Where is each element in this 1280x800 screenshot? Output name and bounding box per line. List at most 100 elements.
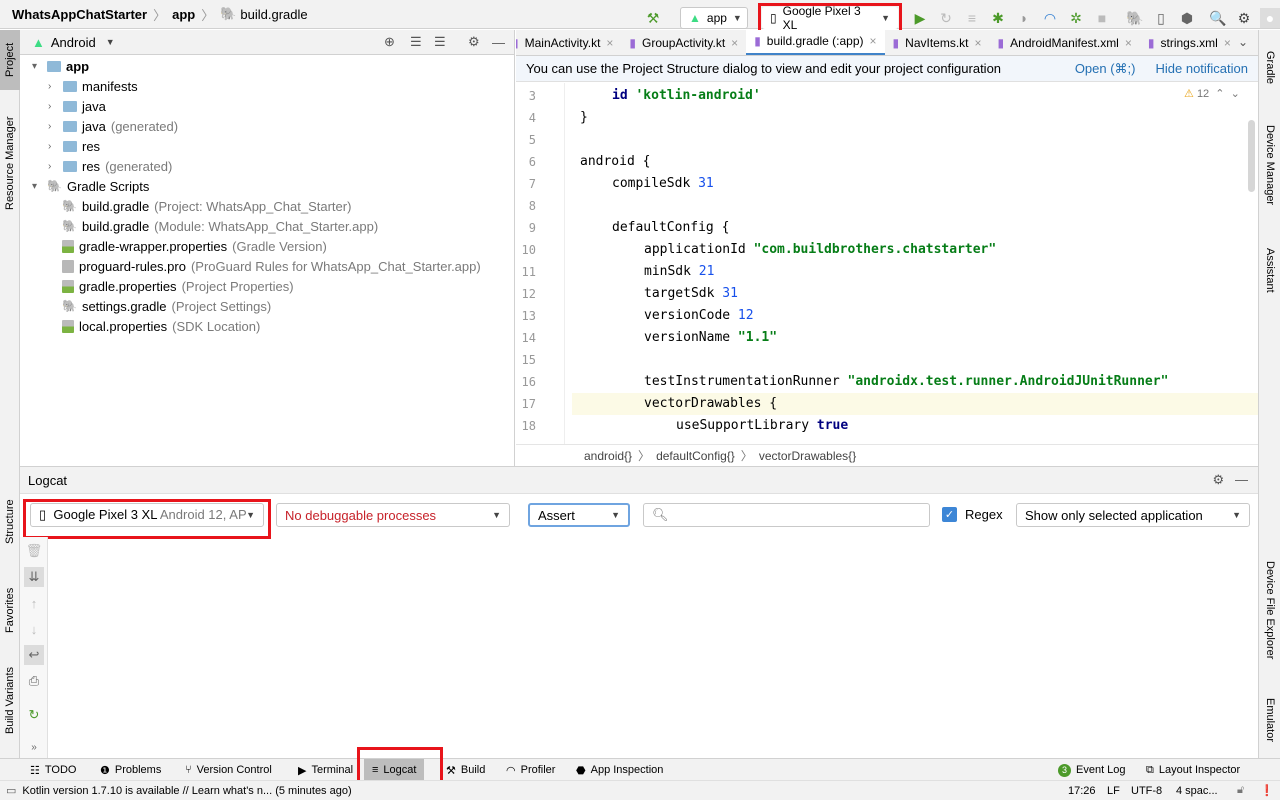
tree-item[interactable]: › java (generated) (48, 116, 178, 136)
chevron-right-icon[interactable]: › (48, 101, 58, 112)
file-encoding[interactable]: UTF-8 (1131, 785, 1162, 797)
stop-icon[interactable]: ■ (1092, 8, 1112, 28)
tab-strings-xml[interactable]: ▮ strings.xml × (1140, 30, 1239, 55)
scrollbar[interactable] (1248, 120, 1255, 192)
scroll-to-end-icon[interactable]: ⇊ (24, 567, 44, 587)
tool-todo[interactable]: ☷ TODO (30, 759, 76, 781)
tool-tab-build-variants[interactable]: Build Variants (0, 660, 20, 740)
search-icon[interactable]: 🔍 (1208, 8, 1228, 28)
tree-item[interactable]: local.properties (SDK Location) (62, 316, 260, 336)
close-icon[interactable]: × (1224, 36, 1231, 50)
close-icon[interactable]: × (870, 34, 877, 48)
arrow-down-icon[interactable]: ↓ (24, 619, 44, 639)
breadcrumb-project[interactable]: WhatsAppChatStarter (12, 7, 147, 22)
hammer-icon[interactable]: ⚒ (643, 8, 663, 28)
regex-checkbox[interactable]: ✓ Regex (942, 507, 1003, 522)
hide-notification-link[interactable]: Hide notification (1156, 61, 1249, 76)
tree-item[interactable]: 🐘 settings.gradle (Project Settings) (62, 296, 271, 316)
tree-item[interactable]: proguard-rules.pro (ProGuard Rules for Wh… (62, 256, 481, 276)
avatar[interactable]: ● (1260, 8, 1280, 28)
tool-tab-project[interactable]: Project (0, 30, 20, 90)
device-dropdown[interactable]: ▯ Google Pixel 3 XL ▼ (762, 4, 898, 32)
more-icon[interactable]: » (24, 737, 44, 757)
inspection-widget[interactable]: ⚠ 12 ⌃ ⌄ (1184, 87, 1240, 101)
lock-icon[interactable]: 🔓︎ (1237, 784, 1244, 797)
run-config-dropdown[interactable]: ▲ app ▼ (680, 7, 748, 29)
sync-gradle-icon[interactable]: 🐘 (1125, 8, 1145, 28)
tab-navitems-kt[interactable]: ▮ NavItems.kt × (885, 30, 990, 55)
gear-icon[interactable]: ⚙ (468, 34, 480, 50)
tool-tab-emulator[interactable]: Emulator (1260, 685, 1280, 755)
device-manager-icon[interactable]: ▯ (1151, 8, 1171, 28)
tool-tab-assistant[interactable]: Assistant (1260, 240, 1280, 300)
close-icon[interactable]: × (975, 36, 982, 50)
chevron-right-icon[interactable]: › (48, 141, 58, 152)
minimize-icon[interactable]: — (492, 35, 505, 50)
profile-icon[interactable]: ◠ (1040, 8, 1060, 28)
attach-debugger-icon[interactable]: ◗ (1014, 8, 1034, 28)
run-icon[interactable]: ▶ (910, 8, 930, 28)
project-view-dropdown[interactable]: Android (51, 35, 96, 50)
apply-code-icon[interactable]: ≡ (962, 8, 982, 28)
chevron-down-icon[interactable]: ▾ (32, 181, 42, 192)
expand-all-icon[interactable]: ☰ (410, 34, 422, 50)
toggle-tool-windows-icon[interactable]: ▭ (6, 784, 16, 797)
close-icon[interactable]: × (606, 36, 613, 50)
tab-build-gradle-app-[interactable]: ▮ build.gradle (:app) × (746, 30, 885, 55)
attach-process-icon[interactable]: ✲ (1066, 8, 1086, 28)
print-icon[interactable]: ⎙ (24, 671, 44, 691)
status-message[interactable]: Kotlin version 1.7.10 is available // Le… (22, 785, 351, 797)
restart-icon[interactable]: ↻ (24, 705, 44, 725)
tab-mainactivity-kt[interactable]: ▮MainActivity.kt× (516, 30, 621, 55)
notifications-icon[interactable]: ❗ (1260, 784, 1274, 797)
breadcrumb-item[interactable]: android{} (584, 449, 632, 463)
code-area[interactable]: ⚠ 12 ⌃ ⌄ 3 id 'kotlin-android' 4} 5 6 android… (516, 83, 1258, 444)
tool-tab-resource-manager[interactable]: Resource Manager (0, 108, 20, 218)
tree-item[interactable]: gradle-wrapper.properties (Gradle Version… (62, 236, 327, 256)
tree-item[interactable]: › java (48, 96, 111, 116)
breadcrumb-file[interactable]: build.gradle (240, 7, 307, 22)
logcat-filter-dropdown[interactable]: Show only selected application ▼ (1016, 503, 1250, 527)
tree-item[interactable]: ▾ app (32, 56, 94, 76)
breadcrumb-item[interactable]: defaultConfig{} (656, 449, 735, 463)
gear-icon[interactable]: ⚙ (1234, 8, 1254, 28)
tree-item[interactable]: ▾ 🐘 Gradle Scripts (32, 176, 154, 196)
tool-tab-favorites[interactable]: Favorites (0, 575, 20, 645)
tab-groupactivity-kt[interactable]: ▮ GroupActivity.kt × (621, 30, 746, 55)
tool-event-log[interactable]: 3 Event Log (1058, 759, 1126, 781)
tree-item[interactable]: 🐘 build.gradle (Project: WhatsApp_Chat_Sta… (62, 196, 351, 216)
collapse-all-icon[interactable]: ☰ (434, 34, 446, 50)
tab-androidmanifest-xml[interactable]: ▮ AndroidManifest.xml × (990, 30, 1140, 55)
chevron-down-icon[interactable]: ⌄ (1238, 35, 1248, 49)
tool-build[interactable]: ⚒ Build (446, 759, 485, 781)
apply-changes-icon[interactable]: ↻ (936, 8, 956, 28)
tool-terminal[interactable]: ▶ Terminal (298, 759, 353, 781)
tree-item[interactable]: › res (48, 136, 105, 156)
tool-version-control[interactable]: ⑂ Version Control (185, 759, 272, 781)
chevron-right-icon[interactable]: › (48, 121, 58, 132)
breadcrumb-module[interactable]: app (172, 7, 195, 22)
tool-profiler[interactable]: ◠ Profiler (506, 759, 555, 781)
logcat-device-dropdown[interactable]: ▯ Google Pixel 3 XL Android 12, AP ▼ (30, 503, 264, 527)
open-project-structure-link[interactable]: Open (⌘;) (1075, 61, 1136, 76)
chevron-right-icon[interactable]: › (48, 81, 58, 92)
debug-icon[interactable]: ✱ (988, 8, 1008, 28)
locate-icon[interactable]: ⊕ (384, 34, 395, 50)
tool-tab-structure[interactable]: Structure (0, 492, 20, 552)
line-separator[interactable]: LF (1107, 785, 1120, 797)
tree-item[interactable]: 🐘 build.gradle (Module: WhatsApp_Chat_Star… (62, 216, 378, 236)
log-level-dropdown[interactable]: Assert ▼ (528, 503, 630, 527)
tool-problems[interactable]: ❶ Problems (100, 759, 161, 781)
arrow-up-icon[interactable]: ↑ (24, 593, 44, 613)
chevron-down-icon[interactable]: ▼ (106, 37, 115, 47)
tool-app-inspection[interactable]: ⬣ App Inspection (576, 759, 663, 781)
logcat-search-input[interactable]: 🔍︎ (643, 503, 930, 527)
logcat-process-dropdown[interactable]: No debuggable processes ▼ (276, 503, 510, 527)
checkbox-checked-icon[interactable]: ✓ (942, 507, 957, 522)
tree-item[interactable]: › res (generated) (48, 156, 172, 176)
close-icon[interactable]: × (1125, 36, 1132, 50)
trash-icon[interactable]: 🗑︎ (24, 541, 44, 561)
tool-layout-inspector[interactable]: ⧉ Layout Inspector (1146, 759, 1240, 781)
gear-icon[interactable]: ⚙ (1213, 472, 1225, 487)
tree-item[interactable]: › manifests (48, 76, 143, 96)
